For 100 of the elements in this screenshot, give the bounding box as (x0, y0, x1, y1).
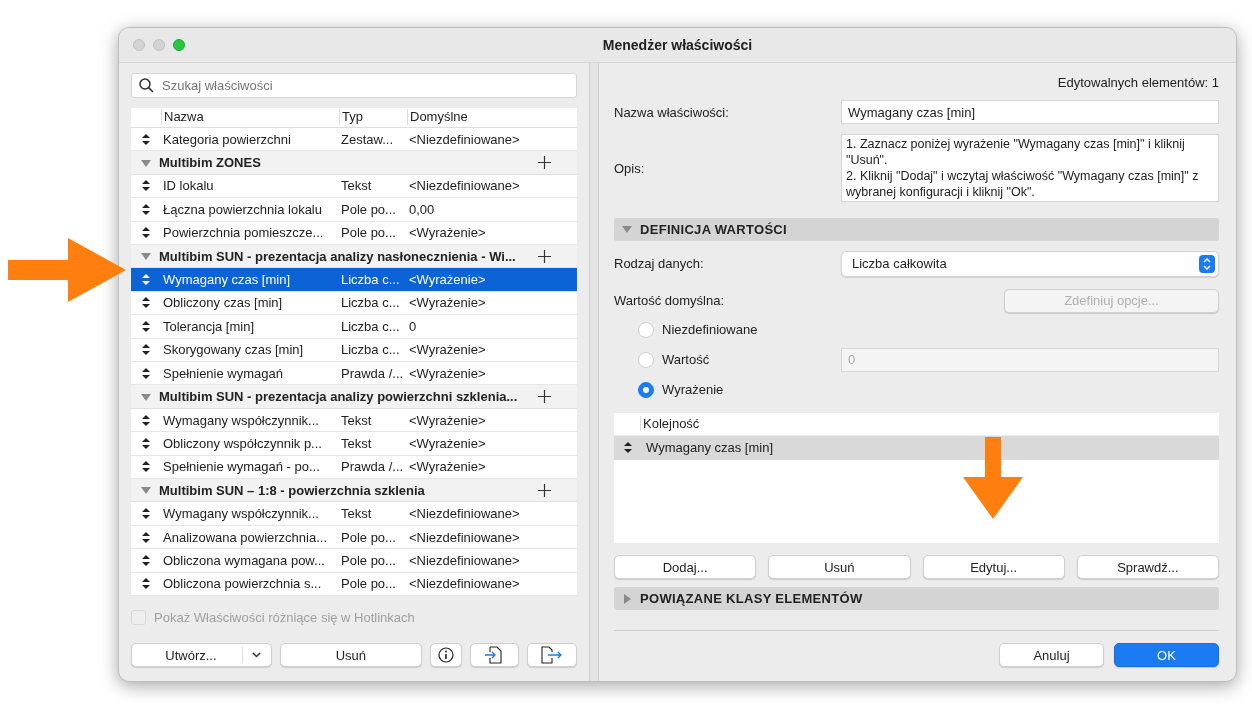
sort-handle-icon[interactable] (142, 274, 150, 286)
group-row[interactable]: Multibim SUN – 1:8 - powierzchnia szklenia (131, 479, 577, 503)
property-default: <Wyrażenie> (408, 412, 487, 428)
chevron-down-icon[interactable] (252, 652, 262, 658)
import-button[interactable] (469, 643, 520, 667)
export-button[interactable] (527, 643, 577, 667)
property-type: Zestaw... (340, 131, 395, 147)
property-default: <Wyrażenie> (408, 365, 487, 381)
property-row[interactable]: Obliczona powierzchnia s... Pole po... <Niezdefiniowane> (131, 572, 577, 596)
editable-count: Edytowalnych elementów: 1 (1056, 75, 1219, 90)
cancel-button[interactable]: Anuluj (999, 643, 1104, 667)
sort-handle-icon[interactable] (142, 508, 150, 520)
data-type-select[interactable]: Liczba całkowita (841, 250, 1219, 277)
action-button[interactable]: Dodaj... (614, 555, 757, 580)
property-default: <Niezdefiniowane> (408, 529, 521, 545)
property-name: Wymagany współczynnik... (162, 506, 320, 522)
property-type: Liczba c... (340, 342, 401, 358)
group-name: Multibim SUN – 1:8 - powierzchnia szklenia (159, 482, 426, 498)
property-row[interactable]: Obliczona wymagana pow... Pole po... <Niezdefiniowane> (131, 549, 577, 573)
description-field[interactable]: 1. Zaznacz poniżej wyrażenie "Wymagany czas [min]" i kliknij "Usuń". 2. Kliknij "Dodaj" i wczytaj właściwość "Wymagany czas [min]" z wybranej konfiguracji i kliknij "Ok". (841, 134, 1219, 202)
create-button[interactable]: Utwórz... (131, 643, 272, 667)
sort-handle-icon[interactable] (142, 180, 150, 192)
delete-button[interactable]: Usuń (279, 643, 422, 667)
property-row[interactable]: Obliczony współczynnik p... Tekst <Wyrażenie> (131, 432, 577, 456)
property-default: <Wyrażenie> (408, 272, 487, 288)
group-name: Multibim SUN - prezentacja analizy nasłonecznienia - Wi... (159, 248, 517, 264)
disclosure-triangle-icon[interactable] (141, 157, 151, 168)
property-name: Skorygowany czas [min] (162, 342, 305, 358)
arrow-annotation-icon (963, 437, 1023, 519)
property-name: Kategoria powierzchni (162, 131, 292, 147)
property-default: <Wyrażenie> (408, 342, 487, 358)
disclosure-triangle-icon[interactable] (141, 251, 151, 262)
window-title: Menedżer właściwości (602, 37, 753, 53)
property-type: Tekst (340, 435, 373, 451)
group-row[interactable]: Multibim SUN - prezentacja analizy nasłonecznienia - Wi... (131, 244, 577, 269)
search-field[interactable]: Szukaj właściwości (131, 73, 577, 98)
property-type: Liczba c... (340, 318, 401, 334)
property-name: Tolerancja [min] (162, 318, 256, 334)
property-row[interactable]: Powierzchnia pomieszcze... Pole po... <Wyrażenie> (131, 221, 577, 245)
sort-handle-icon[interactable] (142, 437, 150, 449)
search-icon (139, 78, 154, 93)
sort-handle-icon[interactable] (142, 531, 150, 543)
radio-label: Wartość (662, 352, 710, 368)
add-icon[interactable] (538, 249, 551, 263)
section-header[interactable]: POWIĄZANE KLASY ELEMENTÓW (614, 587, 1219, 610)
sort-handle-icon[interactable] (142, 203, 150, 215)
info-button[interactable] (429, 643, 462, 667)
field-label: Rodzaj danych: (614, 256, 705, 272)
ok-button[interactable]: OK (1114, 643, 1219, 667)
action-button[interactable]: Edytuj... (922, 555, 1065, 580)
splitter-handle[interactable] (589, 63, 599, 681)
import-document-icon (484, 646, 505, 664)
sort-handle-icon[interactable] (142, 578, 150, 590)
add-icon[interactable] (538, 156, 551, 170)
property-type: Pole po... (340, 576, 397, 592)
property-name: Spełnienie wymagań - po... (162, 459, 321, 475)
action-button[interactable]: Usuń (768, 555, 911, 580)
property-default: <Niezdefiniowane> (408, 131, 521, 147)
add-icon[interactable] (538, 483, 551, 497)
property-default: <Wyrażenie> (408, 225, 487, 241)
property-row[interactable]: Wymagany czas [min] Liczba c... <Wyrażenie> (131, 268, 577, 292)
action-button[interactable]: Sprawdź... (1076, 555, 1219, 580)
sort-handle-icon[interactable] (142, 320, 150, 332)
property-default: <Wyrażenie> (408, 295, 487, 311)
sort-handle-icon[interactable] (142, 414, 150, 426)
disclosure-triangle-icon[interactable] (141, 391, 151, 402)
sort-handle-icon[interactable] (142, 133, 150, 145)
sort-handle-icon[interactable] (142, 461, 150, 473)
property-row[interactable]: ID lokalu Tekst <Niezdefiniowane> (131, 174, 577, 199)
section-header[interactable]: DEFINICJA WARTOŚCI (614, 218, 1219, 241)
sort-handle-icon[interactable] (142, 554, 150, 566)
sort-handle-icon[interactable] (624, 442, 632, 454)
radio-label: Niezdefiniowane (662, 322, 758, 338)
column-header[interactable]: Domyślne (407, 109, 531, 126)
column-header[interactable]: Typ (339, 109, 407, 126)
property-row[interactable]: Skorygowany czas [min] Liczba c... <Wyrażenie> (131, 338, 577, 362)
sort-handle-icon[interactable] (142, 367, 150, 379)
property-type: Pole po... (340, 529, 397, 545)
name-field[interactable]: Wymagany czas [min] (841, 100, 1219, 124)
sort-handle-icon[interactable] (142, 297, 150, 309)
property-row[interactable]: Tolerancja [min] Liczba c... 0 (131, 315, 577, 339)
column-header[interactable]: Nazwa (161, 109, 339, 126)
property-row[interactable]: Obliczony czas [min] Liczba c... <Wyrażenie> (131, 291, 577, 316)
disclosure-triangle-icon[interactable] (141, 485, 151, 496)
property-row[interactable]: Wymagany współczynnik... Tekst <Niezdefiniowane> (131, 502, 577, 526)
group-row[interactable]: Multibim ZONES (131, 151, 577, 175)
property-type: Prawda /... (340, 459, 405, 475)
arrow-annotation-icon (8, 238, 126, 302)
column-header[interactable]: Kolejność (640, 416, 700, 432)
group-row[interactable]: Multibim SUN - prezentacja analizy powierzchni szklenia... (131, 385, 577, 409)
property-row[interactable]: Łączna powierzchnia lokalu Pole po... 0,00 (131, 198, 577, 222)
radio-button[interactable] (638, 381, 654, 398)
property-type: Pole po... (340, 225, 397, 241)
sort-handle-icon[interactable] (142, 227, 150, 239)
property-row[interactable]: Wymagany współczynnik... Tekst <Wyrażenie> (131, 408, 577, 433)
property-default: 0,00 (408, 201, 436, 217)
property-row[interactable]: Analizowana powierzchnia... Pole po... <Niezdefiniowane> (131, 525, 577, 550)
add-icon[interactable] (538, 390, 551, 404)
property-default: <Niezdefiniowane> (408, 506, 521, 522)
sort-handle-icon[interactable] (142, 344, 150, 356)
